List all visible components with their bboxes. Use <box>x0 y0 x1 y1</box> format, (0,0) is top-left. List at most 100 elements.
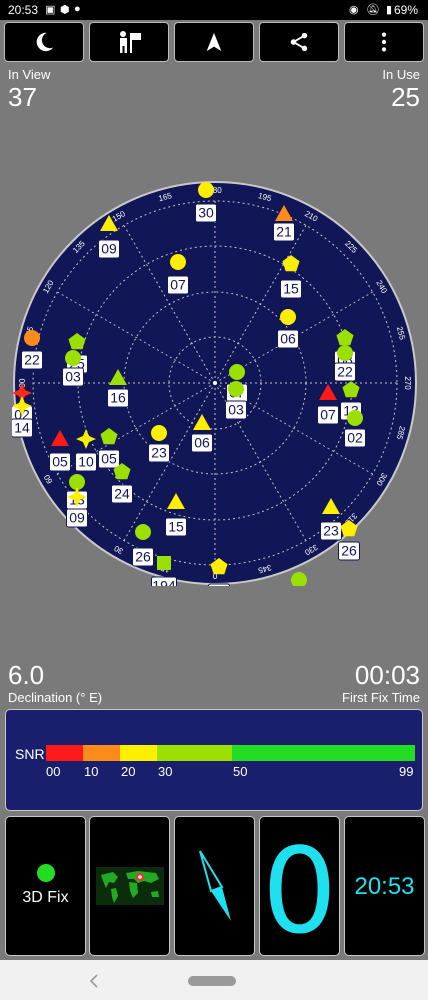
satellite-id: 10 <box>78 454 94 470</box>
satellite-id: 15 <box>168 519 184 535</box>
toolbar <box>0 22 428 64</box>
poi-button[interactable] <box>89 22 169 62</box>
satellite-marker-circle <box>228 381 244 397</box>
satellite[interactable]: 02 <box>344 410 366 448</box>
speed-value: 0 <box>261 822 338 960</box>
satellite-id: 09 <box>69 510 85 526</box>
clock-tile[interactable]: 20:53 <box>344 816 425 956</box>
declination-label: Declination (° E) <box>8 690 103 705</box>
satellite-marker-circle <box>151 425 167 441</box>
snr-segment-orange <box>83 745 120 761</box>
person-flag-icon <box>120 31 141 53</box>
sky-plot[interactable]: 1952102252402552702853003153303450153045… <box>12 180 418 586</box>
satellite-id: 09 <box>101 241 117 257</box>
satellite-id: 24 <box>114 486 130 502</box>
compass-tile[interactable] <box>174 816 255 956</box>
satellite-id: 07 <box>170 277 186 293</box>
satellite-marker-circle <box>347 410 363 426</box>
satellite-marker-circle <box>229 364 245 380</box>
satellite-id: 22 <box>24 352 40 368</box>
home-handle[interactable] <box>188 976 236 986</box>
satellite-id: 21 <box>276 224 292 240</box>
speed-tile[interactable]: 0 <box>259 816 340 960</box>
satellite-id: 22 <box>337 364 353 380</box>
snr-tick: 99 <box>399 764 414 779</box>
battery-level: 69% <box>393 3 418 17</box>
satellite-id: 16 <box>110 390 126 406</box>
satellite-id: 23 <box>323 523 339 539</box>
in-use-count: 25 <box>391 82 420 112</box>
navigation-arrow-icon <box>206 32 222 52</box>
satellite[interactable]: 23 <box>148 425 170 463</box>
fix-status-label: 3D Fix <box>22 889 69 906</box>
satellite-id: 26 <box>135 549 151 565</box>
snr-legend: SNR 00 10 20 30 50 99 <box>5 709 423 811</box>
in-view-label: In View <box>8 67 51 82</box>
satellite-id: 05 <box>101 451 117 467</box>
satellite-id: 03 <box>65 369 81 385</box>
satellite[interactable]: 22 <box>334 345 356 382</box>
fix-indicator-icon <box>37 864 55 882</box>
snr-tick: 00 <box>46 764 61 779</box>
satellite-marker-circle <box>24 330 40 346</box>
satellite-marker-circle <box>198 182 214 198</box>
system-nav-bar <box>0 960 428 1000</box>
more-vertical-icon <box>381 32 387 52</box>
satellite[interactable]: 03 <box>62 350 84 387</box>
snr-color-bar <box>46 745 415 761</box>
share-button[interactable] <box>259 22 339 62</box>
back-icon[interactable] <box>88 973 100 989</box>
moon-icon <box>36 32 54 52</box>
satellite-marker-square <box>157 556 171 570</box>
first-fix-label: First Fix Time <box>342 690 420 705</box>
satellite-marker-circle <box>337 345 353 361</box>
satellite-marker-circle <box>65 350 81 366</box>
snr-segment-green <box>232 745 415 761</box>
satellite-id: 02 <box>347 430 363 446</box>
snr-label: SNR <box>15 746 45 762</box>
declination-value: 6.0 <box>8 660 45 690</box>
satellite-id: 14 <box>14 420 30 436</box>
navigate-button[interactable] <box>174 22 254 62</box>
snr-segment-lime <box>157 745 232 761</box>
satellite-id: 07 <box>320 407 336 423</box>
azimuth-tick-label: 270 <box>403 376 412 390</box>
satellite-id: 26 <box>341 543 357 559</box>
app-notification-icon: ▣ <box>45 4 56 16</box>
snr-tick: 20 <box>121 764 136 779</box>
fix-status-tile[interactable]: 3D Fix <box>5 816 86 956</box>
satellite-marker-circle <box>170 254 186 270</box>
satellite-marker-circle <box>135 524 151 540</box>
world-map-tile[interactable] <box>89 816 170 956</box>
satellite-id: 194 <box>152 578 176 586</box>
snr-segment-yellow <box>120 745 157 761</box>
battery-icon: ▮ <box>386 4 393 16</box>
status-time: 20:53 <box>8 3 39 17</box>
compass-needle-icon <box>199 850 231 921</box>
location-icon: ◉ <box>349 4 359 16</box>
status-bar: 20:53 ▣ ⬢ ● ◉ 🔕︎ ▮ 69% <box>0 0 428 20</box>
snr-tick: 30 <box>158 764 173 779</box>
satellite-marker-circle <box>291 572 307 586</box>
settings-notification-icon: ⬢ <box>60 4 70 16</box>
satellite-id: 23 <box>151 445 167 461</box>
satellite-id: 05 <box>52 454 68 470</box>
satellite-id: 31 <box>211 585 227 586</box>
snr-tick: 50 <box>233 764 248 779</box>
satellite-marker-circle <box>280 309 296 325</box>
in-use-label: In Use <box>382 67 420 82</box>
satellite-id: 06 <box>280 331 296 347</box>
overflow-menu-button[interactable] <box>344 22 424 62</box>
satellite[interactable]: 27 <box>289 572 310 586</box>
snr-tick: 10 <box>84 764 99 779</box>
night-mode-button[interactable] <box>4 22 84 62</box>
in-view-count: 37 <box>8 82 37 112</box>
satellite-id: 15 <box>283 281 299 297</box>
world-map-icon <box>96 867 164 905</box>
satellite-id: 03 <box>228 402 244 418</box>
share-icon <box>290 32 308 52</box>
snr-segment-red <box>46 745 83 761</box>
mute-icon: 🔕︎ <box>366 4 380 16</box>
clock-time: 20:53 <box>354 873 415 900</box>
satellite-id: 30 <box>198 205 214 221</box>
